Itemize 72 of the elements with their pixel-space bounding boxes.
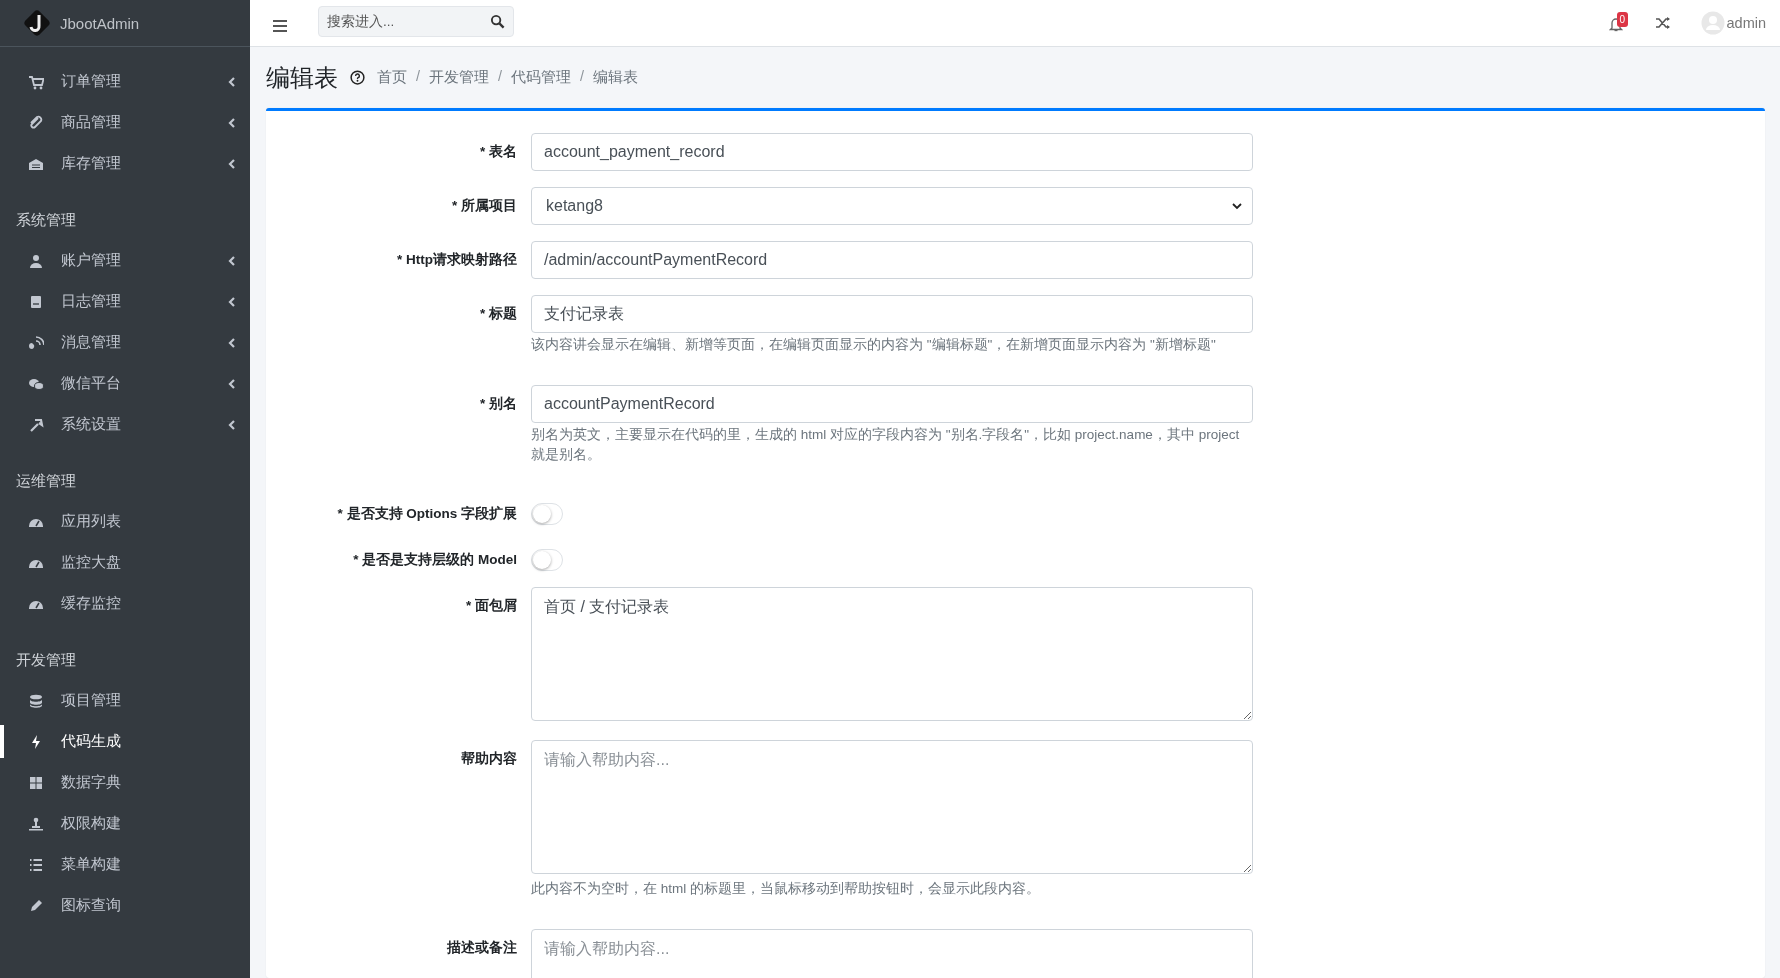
sidebar-item[interactable]: 数据字典 [0, 762, 250, 803]
breadcrumb-separator: / [497, 68, 504, 86]
sidebar-item[interactable]: 监控大盘 [0, 542, 250, 583]
toggle-switch[interactable] [531, 503, 563, 525]
chevron-down-icon[interactable] [1232, 202, 1242, 210]
breadcrumb-link[interactable]: 开发管理 [429, 68, 490, 87]
sidebar-item[interactable]: 项目管理 [0, 680, 250, 721]
field-label: * 是否是支持层级的 Model [352, 551, 518, 569]
text-field[interactable]: accountPaymentRecord [531, 385, 1253, 423]
sidebar-item[interactable]: 日志管理 [0, 281, 250, 322]
database-icon [28, 692, 44, 709]
help-text: 该内容讲会显示在编辑、新增等页面，在编辑页面显示的内容为 "编辑标题"，在新增页面显示内容为 "新增标题" [531, 336, 1217, 354]
field-label: 描述或备注 [446, 939, 518, 957]
search-icon[interactable] [490, 13, 505, 29]
paperclip-icon [28, 114, 44, 131]
text-field[interactable]: account_payment_record [531, 133, 1253, 171]
notification-badge: 0 [1616, 12, 1629, 27]
select-field[interactable]: ketang8 [531, 187, 1253, 225]
list-icon [28, 856, 44, 873]
section-heading: 开发管理 [15, 651, 77, 670]
hammer-icon [28, 416, 44, 433]
breadcrumb-separator: / [579, 68, 586, 86]
toggle-switch[interactable] [531, 549, 563, 571]
text-field[interactable]: /admin/accountPaymentRecord [531, 241, 1253, 279]
cart-icon [28, 73, 44, 90]
text-field[interactable]: 支付记录表 [531, 295, 1253, 333]
help-icon[interactable] [350, 70, 365, 85]
sidebar-item[interactable]: 系统设置 [0, 404, 250, 445]
sidebar-item[interactable]: 商品管理 [0, 102, 250, 143]
signal-icon [28, 334, 44, 351]
text-area[interactable]: 首页 / 支付记录表 [531, 587, 1253, 721]
breadcrumb-link[interactable]: 首页 [377, 68, 407, 87]
sidebar-item[interactable]: 应用列表 [0, 501, 250, 542]
field-label: * 别名 [479, 395, 518, 413]
sidebar-item[interactable]: 权限构建 [0, 803, 250, 844]
field-label: * 是否支持 Options 字段扩展 [336, 505, 518, 523]
field-label: * 面包屑 [465, 597, 518, 615]
grid-icon [28, 774, 44, 791]
sidebar-item[interactable]: 菜单构建 [0, 844, 250, 885]
sidebar-item[interactable]: 库存管理 [0, 143, 250, 184]
book-icon [28, 293, 44, 310]
help-text: 别名为英文，主要显示在代码的里，生成的 html 对应的字段内容为 "别名.字段名"，比如 project.name，其中 project 就是别名。 [531, 426, 1241, 464]
breadcrumb-link[interactable]: 编辑表 [593, 68, 639, 87]
sidebar-item[interactable]: 图标查询 [0, 885, 250, 926]
field-label: * 表名 [479, 143, 518, 161]
sidebar-item[interactable]: 订单管理 [0, 61, 250, 102]
user-name[interactable]: admin [1726, 15, 1766, 31]
text-area[interactable]: 请输入帮助内容... [531, 740, 1253, 874]
sidebar-item[interactable]: 缓存监控 [0, 583, 250, 624]
help-text: 此内容不为空时，在 html 的标题里，当鼠标移动到帮助按钮时，会显示此段内容。 [531, 880, 1041, 898]
section-heading: 运维管理 [15, 472, 77, 491]
brand-name[interactable]: JbootAdmin [60, 14, 140, 32]
sidebar-item[interactable]: 账户管理 [0, 240, 250, 281]
breadcrumb-link[interactable]: 代码管理 [511, 68, 572, 87]
pencil-icon [28, 897, 44, 914]
stamp-icon [28, 815, 44, 832]
shuffle-icon[interactable] [1654, 16, 1671, 30]
text-area[interactable]: 请输入帮助内容... [531, 929, 1253, 978]
search-field[interactable]: 搜索进入... [318, 5, 514, 37]
section-heading: 系统管理 [15, 211, 77, 230]
sidebar-item[interactable]: 消息管理 [0, 322, 250, 363]
sidebar-item[interactable]: 微信平台 [0, 363, 250, 404]
sidebar-item[interactable]: 代码生成 [0, 721, 250, 762]
bell-icon[interactable] [1608, 16, 1623, 32]
page-title: 编辑表 [266, 62, 338, 93]
breadcrumb-separator: / [415, 68, 422, 86]
field-label: 帮助内容 [460, 750, 518, 768]
user-icon [28, 252, 44, 269]
menu-icon[interactable] [272, 19, 288, 33]
field-label: * 标题 [479, 305, 518, 323]
field-label: * Http请求映射路径 [396, 251, 518, 269]
field-label: * 所属项目 [451, 197, 518, 215]
